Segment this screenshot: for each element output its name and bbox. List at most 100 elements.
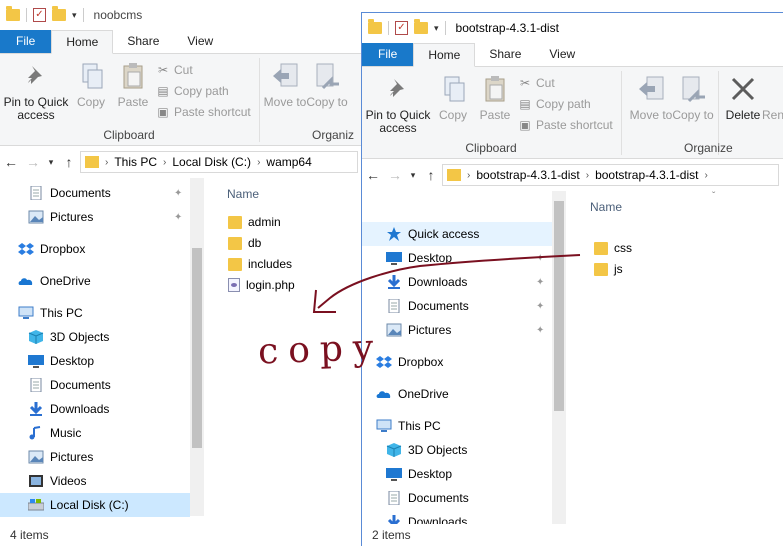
forward-arrow-icon[interactable]: → — [22, 154, 44, 170]
sidebar-item-3d-objects[interactable]: 3D Objects — [362, 438, 552, 462]
nav-scrollbar[interactable] — [190, 178, 204, 516]
column-header-name[interactable]: Name — [590, 200, 622, 214]
address-path[interactable]: › This PC › Local Disk (C:) › wamp64 — [80, 151, 358, 173]
sidebar-item-dropbox[interactable]: Dropbox — [0, 237, 190, 261]
tab-file[interactable]: File — [0, 30, 52, 53]
sidebar-item-downloads[interactable]: Downloads ✦ — [362, 270, 552, 294]
list-item[interactable]: login.php — [228, 275, 295, 295]
address-path[interactable]: › bootstrap-4.3.1-dist › bootstrap-4.3.1… — [442, 164, 779, 186]
paste-shortcut-button[interactable]: ▣ Paste shortcut — [156, 102, 250, 122]
tab-share[interactable]: Share — [113, 30, 173, 53]
sidebar-item-documents[interactable]: Documents ✦ — [362, 294, 552, 318]
chevron-right-icon[interactable]: › — [105, 157, 108, 168]
sidebar-item-desktop[interactable]: Desktop — [0, 349, 190, 373]
pin-icon[interactable]: ✦ — [536, 325, 544, 336]
chevron-right-icon[interactable]: › — [257, 157, 260, 168]
breadcrumb-bootstrap-dist[interactable]: bootstrap-4.3.1-dist — [476, 168, 579, 182]
pin-icon[interactable]: ✦ — [536, 301, 544, 312]
list-item[interactable]: db — [228, 233, 261, 253]
back-arrow-icon[interactable]: ← — [362, 167, 384, 183]
sidebar-item-pictures[interactable]: Pictures ✦ — [362, 318, 552, 342]
new-folder-icon[interactable] — [52, 6, 66, 21]
up-arrow-icon[interactable]: ↑ — [58, 154, 80, 170]
sidebar-item-this-pc[interactable]: This PC — [0, 301, 190, 325]
sidebar-item-music[interactable]: Music — [0, 421, 190, 445]
new-folder-icon[interactable] — [414, 19, 428, 34]
sidebar-item-dropbox[interactable]: Dropbox — [362, 350, 552, 374]
copy-to-button[interactable]: Copy to — [304, 60, 350, 109]
recent-locations-chevron-icon[interactable]: ▾ — [44, 157, 58, 168]
sidebar-item-onedrive[interactable]: OneDrive — [0, 269, 190, 293]
copy-path-button[interactable]: ▤ Copy path — [156, 81, 228, 101]
list-item[interactable]: includes — [228, 254, 292, 274]
sidebar-item-local-disk-c[interactable]: Local Disk (C:) — [0, 493, 190, 517]
list-item[interactable]: admin — [228, 212, 281, 232]
sort-chevron-icon[interactable]: ˇ — [712, 191, 715, 202]
copy-button[interactable]: Copy — [68, 60, 114, 109]
chevron-down-icon[interactable]: ▾ — [72, 10, 77, 21]
copy-button[interactable]: Copy — [430, 73, 476, 122]
scrollbar-thumb[interactable] — [192, 248, 202, 448]
up-arrow-icon[interactable]: ↑ — [420, 167, 442, 183]
sidebar-item-videos[interactable]: Videos — [0, 469, 190, 493]
column-header-name[interactable]: Name — [227, 187, 259, 201]
move-to-button[interactable]: Move to — [262, 60, 308, 109]
pin-to-quick-access-button[interactable]: Pin to Quick access — [0, 60, 72, 122]
chevron-right-icon[interactable]: › — [467, 170, 470, 181]
sidebar-item-desktop[interactable]: Desktop ✦ — [362, 246, 552, 270]
divider — [259, 58, 260, 142]
sidebar-item-3d-objects[interactable]: 3D Objects — [0, 325, 190, 349]
chevron-right-icon[interactable]: › — [163, 157, 166, 168]
sidebar-item-downloads[interactable]: Downloads — [362, 510, 552, 524]
sidebar-item-this-pc[interactable]: This PC — [362, 414, 552, 438]
address-bar: ← → ▾ ↑ › This PC › Local Disk (C:) › wa… — [0, 146, 362, 178]
pin-icon[interactable]: ✦ — [536, 253, 544, 264]
sidebar-item-quick-access[interactable]: Quick access — [362, 222, 552, 246]
back-arrow-icon[interactable]: ← — [0, 154, 22, 170]
rename-button[interactable]: Ren — [762, 73, 783, 122]
tab-file[interactable]: File — [362, 43, 414, 66]
breadcrumb-this-pc[interactable]: This PC — [114, 155, 157, 169]
sidebar-item-documents[interactable]: Documents ✦ — [0, 181, 190, 205]
recent-locations-chevron-icon[interactable]: ▾ — [406, 170, 420, 181]
cut-button[interactable]: ✂ Cut — [518, 73, 555, 93]
copy-path-button[interactable]: ▤ Copy path — [518, 94, 590, 114]
move-to-button[interactable]: Move to — [628, 73, 674, 122]
paste-button[interactable]: Paste — [110, 60, 156, 109]
tab-home[interactable]: Home — [51, 30, 114, 54]
list-item[interactable]: css — [594, 238, 632, 258]
tab-view[interactable]: View — [173, 30, 227, 53]
copy-to-button[interactable]: Copy to — [670, 73, 716, 122]
breadcrumb-local-disk[interactable]: Local Disk (C:) — [172, 155, 251, 169]
properties-icon[interactable]: ✓ — [395, 21, 408, 35]
paste-button[interactable]: Paste — [472, 73, 518, 122]
tab-share[interactable]: Share — [475, 43, 535, 66]
cut-button[interactable]: ✂ Cut — [156, 60, 193, 80]
list-item[interactable]: js — [594, 259, 623, 279]
sidebar-item-documents[interactable]: Documents — [0, 373, 190, 397]
delete-button[interactable]: Delete — [720, 73, 766, 122]
sidebar-item-desktop[interactable]: Desktop — [362, 462, 552, 486]
sidebar-item-pictures[interactable]: Pictures ✦ — [0, 205, 190, 229]
nav-scrollbar[interactable] — [552, 191, 566, 524]
chevron-down-icon[interactable]: ▾ — [434, 23, 439, 34]
pin-icon[interactable]: ✦ — [536, 277, 544, 288]
sidebar-item-documents[interactable]: Documents — [362, 486, 552, 510]
breadcrumb-bootstrap-dist-inner[interactable]: bootstrap-4.3.1-dist — [595, 168, 698, 182]
sidebar-item-label: Documents — [408, 299, 469, 313]
sidebar-item-pictures[interactable]: Pictures — [0, 445, 190, 469]
tab-view[interactable]: View — [535, 43, 589, 66]
forward-arrow-icon[interactable]: → — [384, 167, 406, 183]
pin-to-quick-access-button[interactable]: Pin to Quick access — [362, 73, 434, 135]
breadcrumb-wamp64[interactable]: wamp64 — [266, 155, 311, 169]
tab-home[interactable]: Home — [413, 43, 476, 67]
pin-icon[interactable]: ✦ — [174, 188, 182, 199]
chevron-right-icon[interactable]: › — [586, 170, 589, 181]
sidebar-item-downloads[interactable]: Downloads — [0, 397, 190, 421]
scrollbar-thumb[interactable] — [554, 201, 564, 411]
chevron-right-icon[interactable]: › — [704, 170, 707, 181]
paste-shortcut-button[interactable]: ▣ Paste shortcut — [518, 115, 612, 135]
sidebar-item-onedrive[interactable]: OneDrive — [362, 382, 552, 406]
pin-icon[interactable]: ✦ — [174, 212, 182, 223]
properties-icon[interactable]: ✓ — [33, 8, 46, 22]
